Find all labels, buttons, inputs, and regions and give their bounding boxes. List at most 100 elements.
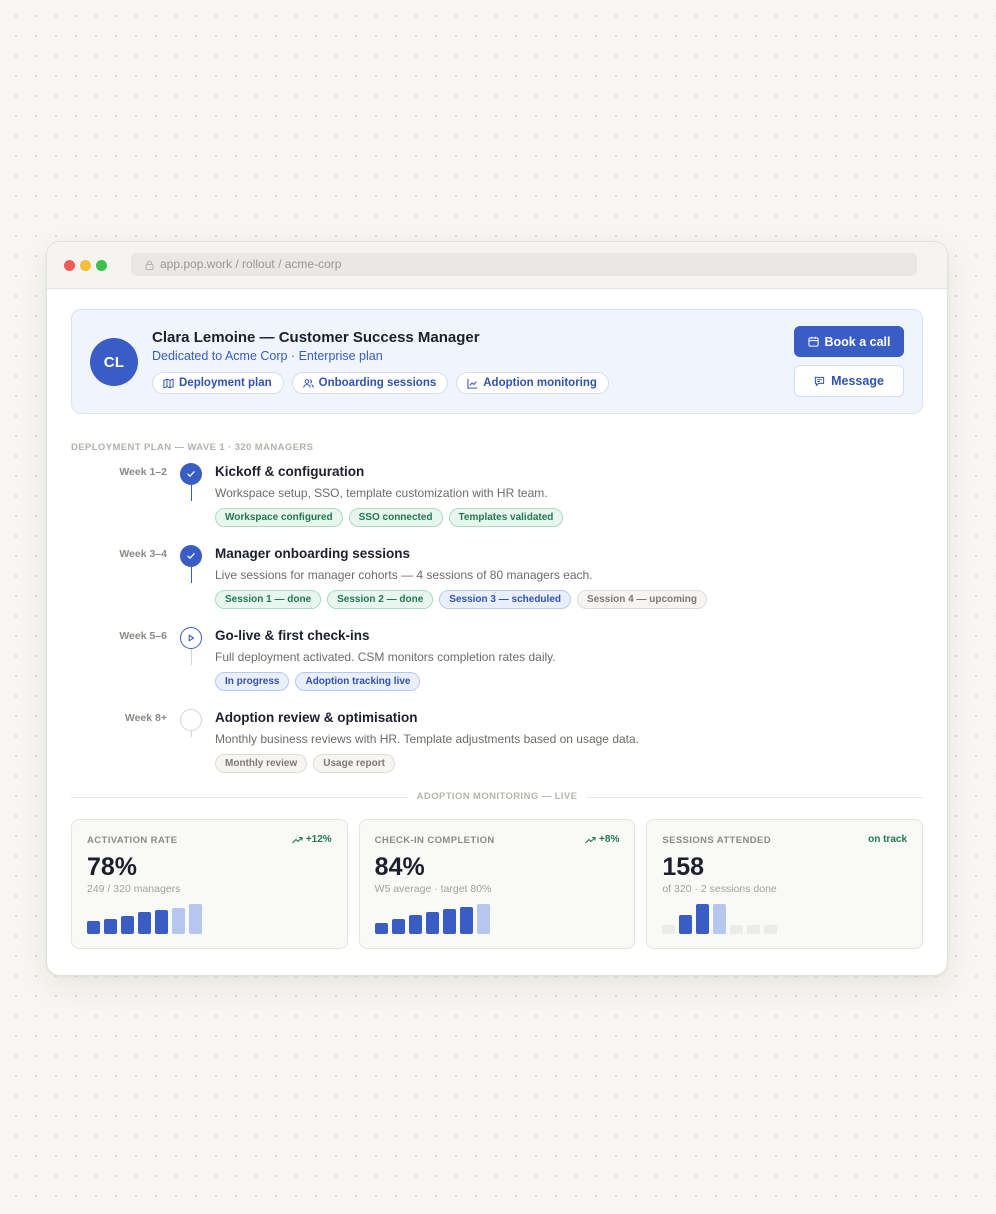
chart-line-icon [467, 378, 478, 389]
csm-subtitle: Dedicated to Acme Corp · Enterprise plan [152, 349, 383, 363]
step-tags: Workspace configured SSO connected Templ… [215, 508, 564, 527]
adoption-monitoring-link[interactable]: Adoption monitoring [456, 372, 609, 394]
step-tags: In progress Adoption tracking live [215, 672, 421, 691]
timeline-step: Week 3–4 Manager onboarding sessions Liv… [71, 544, 923, 626]
message-button[interactable]: Message [794, 365, 904, 397]
sparkline [662, 904, 778, 934]
link-label: Adoption monitoring [483, 377, 597, 389]
monitoring-divider: ADOPTION MONITORING — LIVE [71, 790, 923, 804]
status-tag: Session 3 — scheduled [439, 590, 571, 609]
timeline-connector [190, 567, 192, 583]
step-title: Adoption review & optimisation [215, 710, 418, 725]
sparkline [87, 904, 202, 934]
status-tag: Usage report [313, 754, 395, 773]
metric-delta-value: on track [868, 834, 908, 845]
status-tag: Session 2 — done [327, 590, 434, 609]
map-icon [163, 378, 174, 388]
step-title: Manager onboarding sessions [215, 546, 411, 561]
timeline-step: Week 1–2 Kickoff & configuration Workspa… [71, 462, 923, 544]
close-window-button[interactable] [64, 260, 75, 271]
metric-label: ACTIVATION RATE [87, 835, 178, 846]
status-tag: Monthly review [215, 754, 308, 773]
url-text: app.pop.work / rollout / acme-corp [160, 257, 342, 271]
step-week: Week 3–4 [119, 548, 167, 560]
metric-card: SESSIONS ATTENDED on track 158 of 320 · … [646, 819, 924, 949]
message-label: Message [831, 374, 884, 388]
step-done-marker [180, 545, 202, 567]
step-title: Go-live & first check-ins [215, 628, 370, 643]
status-tag: Templates validated [448, 508, 564, 527]
step-tags: Session 1 — done Session 2 — done Sessio… [215, 590, 708, 609]
metrics-row: ACTIVATION RATE +12% 78% 249 / 320 manag… [71, 819, 924, 949]
status-tag: Session 1 — done [215, 590, 322, 609]
lock-icon [145, 260, 154, 270]
metric-card: ACTIVATION RATE +12% 78% 249 / 320 manag… [71, 819, 348, 949]
maximize-window-button[interactable] [96, 260, 107, 271]
browser-window: app.pop.work / rollout / acme-corp CL Cl… [46, 241, 948, 976]
sparkline-bar [764, 925, 778, 934]
book-call-button[interactable]: Book a call [794, 326, 904, 357]
minimize-window-button[interactable] [80, 260, 91, 271]
sparkline-bar [747, 925, 761, 934]
sparkline-bar [87, 921, 100, 934]
timeline-connector [190, 485, 192, 501]
sparkline-bar [425, 912, 439, 934]
link-label: Onboarding sessions [318, 377, 437, 389]
sparkline-bar [121, 916, 134, 934]
sparkline-bar [138, 912, 151, 934]
status-tag: SSO connected [348, 508, 443, 527]
book-call-label: Book a call [824, 334, 891, 349]
step-week: Week 1–2 [119, 466, 167, 478]
onboarding-sessions-link[interactable]: Onboarding sessions [291, 372, 449, 394]
avatar: CL [90, 338, 138, 386]
csm-links: Deployment plan Onboarding sessions Adop… [152, 372, 609, 394]
trend-up-icon [585, 836, 596, 843]
message-icon [814, 376, 825, 386]
status-tag: Session 4 — upcoming [577, 590, 708, 609]
step-title: Kickoff & configuration [215, 464, 365, 479]
step-description: Live sessions for manager cohorts — 4 se… [215, 568, 593, 582]
csm-name: Clara Lemoine — Customer Success Manager [152, 329, 480, 346]
timeline-connector [190, 731, 192, 737]
page-content: CL Clara Lemoine — Customer Success Mana… [47, 289, 947, 949]
step-description: Monthly business reviews with HR. Templa… [215, 732, 640, 746]
deployment-plan-link[interactable]: Deployment plan [152, 372, 284, 394]
metric-subtext: 249 / 320 managers [87, 883, 181, 895]
deployment-timeline: Week 1–2 Kickoff & configuration Workspa… [71, 462, 923, 790]
metric-subtext: W5 average · target 80% [374, 883, 492, 895]
metric-subtext: of 320 · 2 sessions done [662, 883, 777, 895]
sparkline-bar [442, 909, 456, 934]
step-description: Workspace setup, SSO, template customiza… [215, 486, 548, 500]
metric-label: CHECK-IN COMPLETION [374, 835, 495, 846]
check-icon [187, 553, 195, 559]
play-icon [188, 634, 195, 642]
trend-up-icon [291, 836, 303, 843]
sparkline-bar [476, 904, 490, 934]
metric-value: 78% [87, 853, 138, 881]
deployment-plan-heading: DEPLOYMENT PLAN — WAVE 1 · 320 MANAGERS [71, 442, 314, 453]
step-done-marker [180, 463, 202, 485]
step-description: Full deployment activated. CSM monitors … [215, 650, 556, 664]
sparkline-bar [696, 904, 710, 934]
step-todo-marker [180, 709, 202, 731]
step-week: Week 5–6 [119, 630, 167, 642]
timeline-step: Week 5–6 Go-live & first check-ins Full … [71, 626, 923, 708]
sparkline-bar [679, 915, 693, 934]
metric-value: 158 [662, 853, 705, 881]
metric-delta: on track [868, 834, 907, 845]
sparkline-bar [391, 919, 405, 934]
timeline-step: Week 8+ Adoption review & optimisation M… [71, 708, 923, 790]
sparkline-bar [662, 925, 676, 934]
sparkline-bar [374, 923, 388, 934]
check-icon [187, 471, 195, 477]
address-bar[interactable]: app.pop.work / rollout / acme-corp [131, 253, 917, 276]
sparkline-bar [730, 925, 744, 934]
status-tag: Workspace configured [215, 508, 343, 527]
metric-delta-value: +8% [599, 834, 620, 845]
step-active-marker [180, 627, 202, 649]
sparkline-bar [189, 904, 202, 934]
step-tags: Monthly review Usage report [215, 754, 395, 773]
metric-delta: +12% [291, 834, 332, 845]
timeline-connector [190, 649, 192, 665]
sparkline-bar [172, 908, 185, 934]
